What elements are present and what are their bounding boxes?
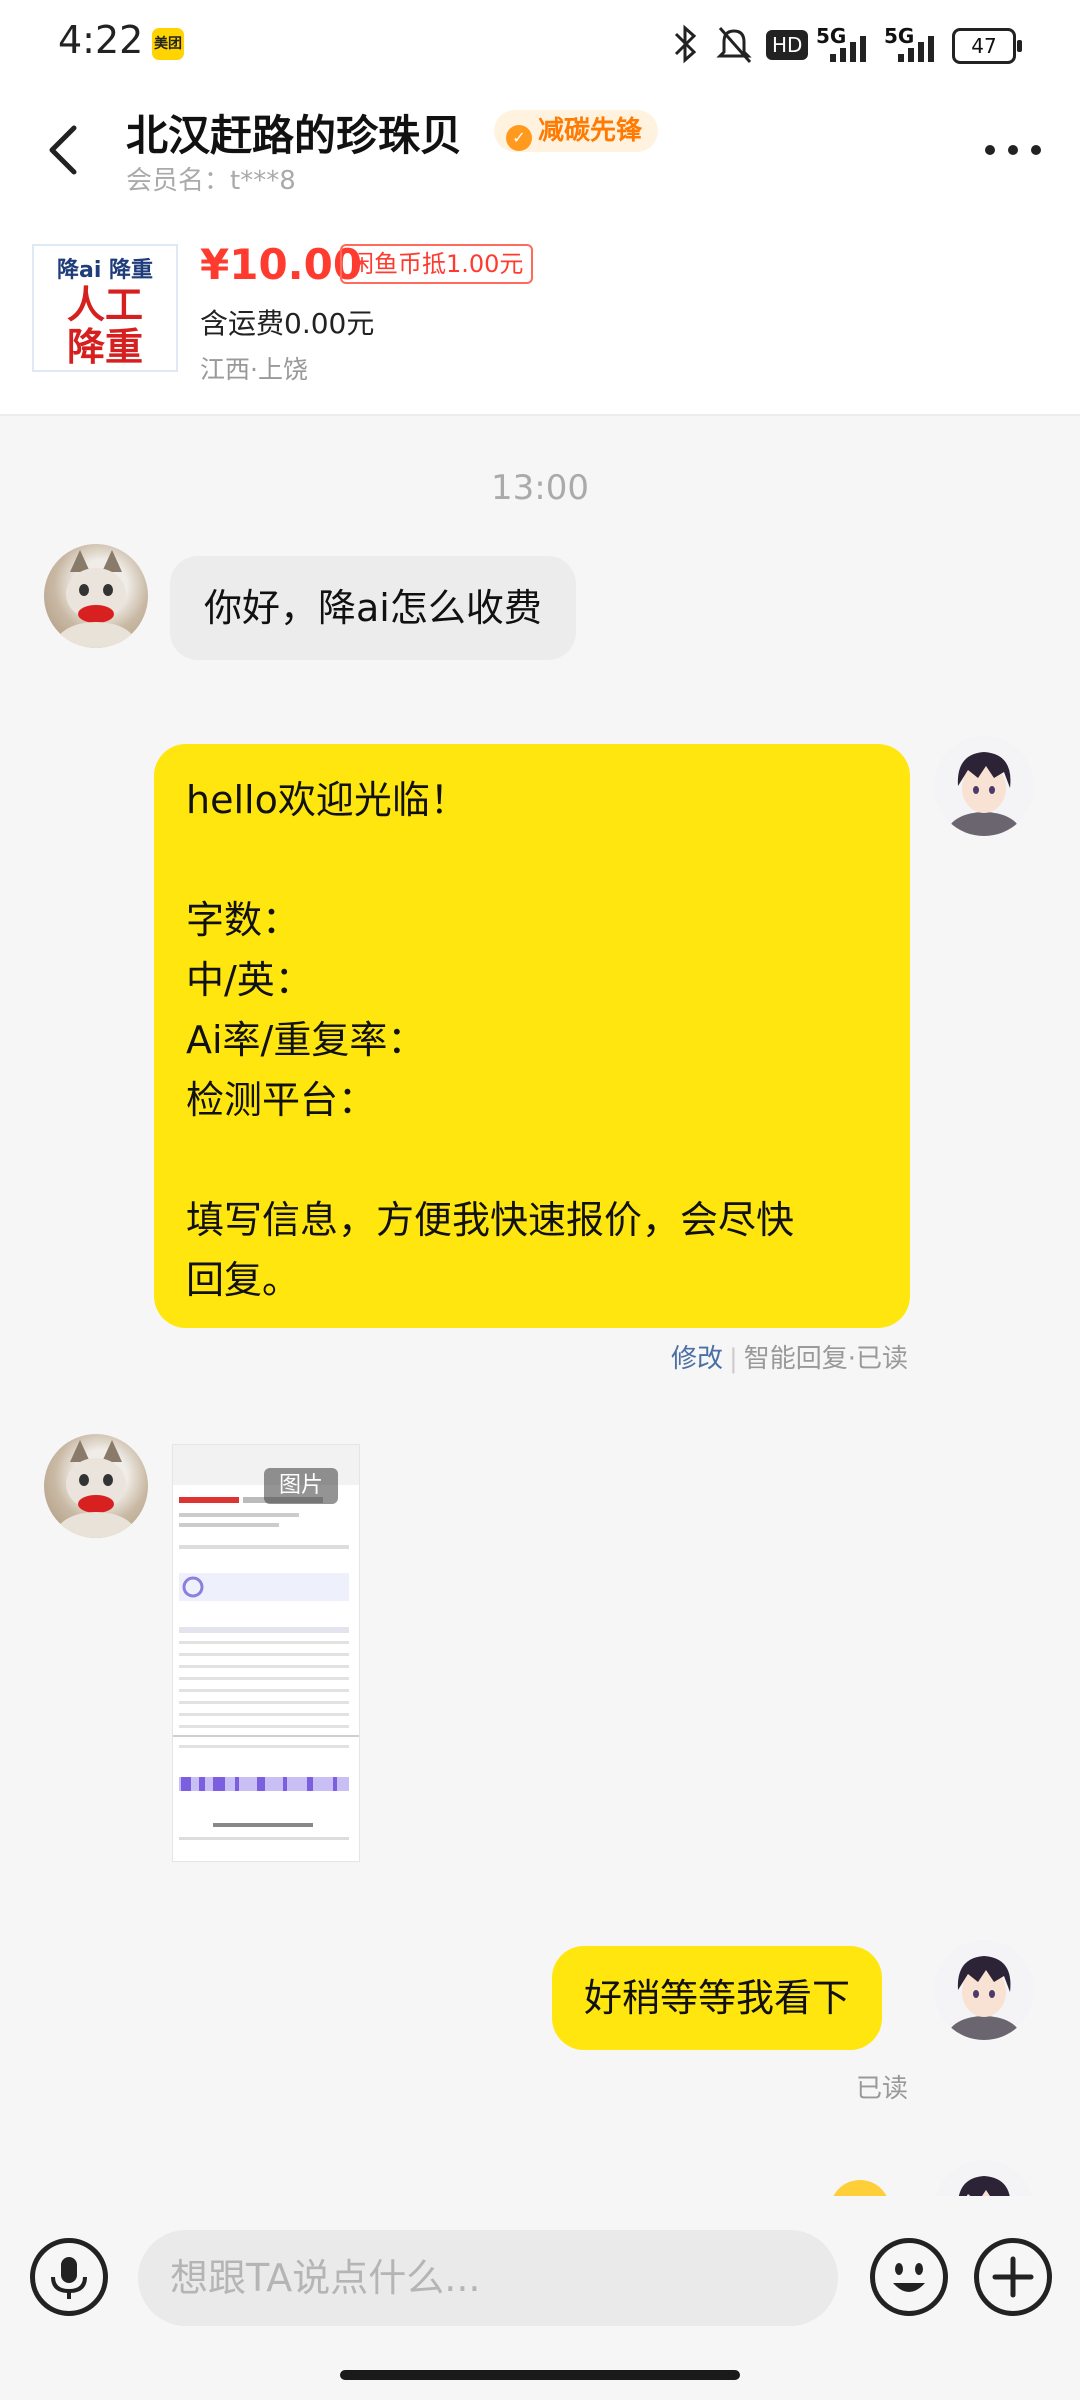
- message-bubble-sent[interactable]: 好稍等等我看下: [552, 1946, 883, 2050]
- microphone-icon: [51, 2257, 87, 2299]
- seller-avatar[interactable]: [934, 736, 1034, 836]
- member-name: 会员名：t***8: [126, 166, 296, 196]
- message-bubble-sent[interactable]: hello欢迎光临！ 字数： 中/英： Ai率/重复率： 检测平台： 填写信息，…: [154, 744, 910, 1328]
- battery-icon: 47: [952, 28, 1022, 64]
- message-line: 字数：: [186, 898, 301, 942]
- message-blank-line: [186, 830, 878, 890]
- emoji-button[interactable]: [870, 2238, 948, 2316]
- seller-name[interactable]: 北汉赶路的珍珠贝: [126, 102, 462, 163]
- home-indicator[interactable]: [340, 2370, 740, 2380]
- message-line: 回复。: [186, 1258, 301, 1302]
- product-card[interactable]: 降ai 降重 人工 降重 ¥10.00 闲鱼币抵1.00元 含运费0.00元 江…: [0, 200, 1080, 416]
- message-line: 检测平台：: [186, 1078, 377, 1122]
- back-button[interactable]: [40, 120, 90, 180]
- anime-boy-avatar-icon: [934, 736, 1034, 836]
- coin-discount-tag: 闲鱼币抵1.00元: [340, 244, 534, 284]
- cat-avatar-icon: [56, 550, 136, 648]
- cat-avatar-icon: [56, 1440, 136, 1538]
- signal-icon-2: [896, 34, 942, 66]
- meituan-app-icon: 美团: [152, 28, 184, 60]
- voice-button[interactable]: [30, 2238, 108, 2316]
- message-status: 修改 | 智能回复·已读: [671, 1338, 908, 1375]
- thumb-caption: 降ai 降重: [56, 258, 154, 283]
- message-blank-line: [186, 1130, 878, 1190]
- status-time: 4:22: [58, 18, 144, 62]
- message-input[interactable]: [138, 2230, 838, 2326]
- mute-bell-icon: [714, 22, 754, 66]
- seller-avatar[interactable]: [934, 1940, 1034, 2040]
- shipping-info: 含运费0.00元: [200, 307, 375, 340]
- message-line: 填写信息，方便我快速报价，会尽快: [186, 1198, 795, 1242]
- message-bubble-received[interactable]: 你好，降ai怎么收费: [170, 556, 576, 660]
- more-dots-icon: [985, 145, 1041, 155]
- bluetooth-icon: [668, 22, 702, 66]
- seller-location: 江西·上饶: [200, 355, 308, 384]
- anime-boy-avatar-icon: [934, 1940, 1034, 2040]
- plus-icon: [992, 2256, 1034, 2298]
- edit-link[interactable]: 修改: [671, 1344, 723, 1374]
- message-line: Ai率/重复率：: [186, 1018, 426, 1062]
- buyer-avatar[interactable]: [44, 544, 148, 648]
- signal-icon: [828, 34, 874, 66]
- separator: |: [728, 1344, 738, 1374]
- screenshot-thumbnail: [173, 1445, 359, 1861]
- message-line: hello欢迎光临！: [186, 778, 468, 822]
- carbon-pioneer-badge[interactable]: ✓ 减碳先锋: [494, 110, 659, 152]
- message-line: 中/英：: [186, 958, 313, 1002]
- thumb-title: 人工 降重: [66, 283, 143, 369]
- more-options-button[interactable]: [978, 130, 1048, 170]
- hd-icon: HD: [766, 30, 809, 60]
- product-price: ¥10.00: [200, 240, 363, 289]
- status-bar: 4:22 美团 HD 5G 5G 47: [0, 0, 1080, 90]
- image-message[interactable]: [172, 1444, 360, 1862]
- buyer-avatar[interactable]: [44, 1434, 148, 1538]
- product-thumbnail[interactable]: 降ai 降重 人工 降重: [32, 244, 178, 372]
- read-status: 已读: [855, 2074, 908, 2104]
- more-actions-button[interactable]: [974, 2238, 1052, 2316]
- smiley-icon: [893, 2263, 925, 2292]
- smart-reply-read-status: 智能回复·已读: [743, 1344, 908, 1374]
- badge-label: 减碳先锋: [538, 116, 643, 146]
- time-divider: 13:00: [491, 468, 589, 508]
- back-arrow-icon: [49, 125, 77, 175]
- chat-header: 北汉赶路的珍珠贝 ✓ 减碳先锋 会员名：t***8: [0, 90, 1080, 200]
- image-tag: 图片: [264, 1468, 338, 1504]
- leaf-icon: ✓: [506, 125, 532, 151]
